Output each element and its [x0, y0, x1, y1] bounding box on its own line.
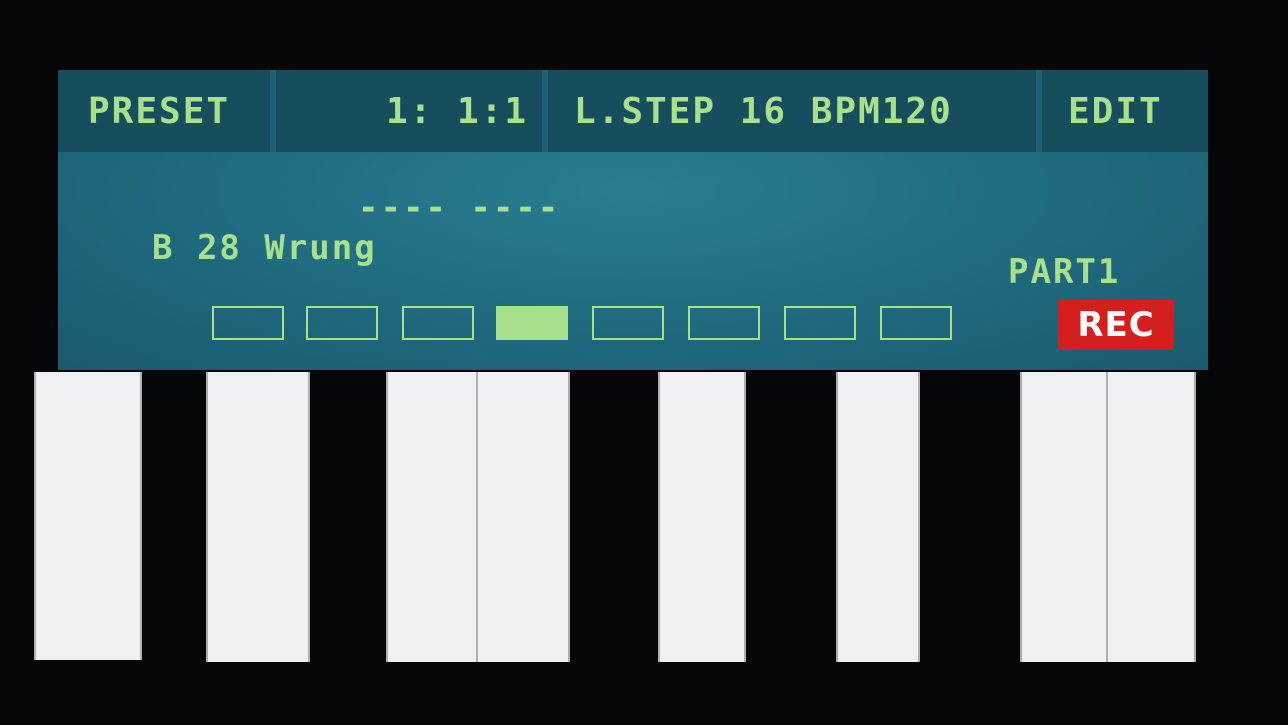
white-key[interactable] [386, 372, 482, 662]
white-key[interactable] [476, 372, 570, 662]
tab-separator [270, 70, 276, 152]
edit-tab[interactable]: EDIT [1068, 70, 1198, 152]
pattern-slot[interactable] [402, 306, 474, 340]
white-key[interactable] [206, 372, 310, 662]
tab-separator [542, 70, 548, 152]
pattern-slot[interactable] [784, 306, 856, 340]
pattern-slot[interactable] [212, 306, 284, 340]
white-key[interactable] [1020, 372, 1110, 662]
part-label[interactable]: PART1 [1008, 252, 1120, 292]
song-position-display[interactable]: 1: 1:1 [348, 70, 538, 152]
pattern-slot[interactable] [880, 306, 952, 340]
name-dashes: ---- ---- [358, 188, 561, 228]
tab-separator [1036, 70, 1042, 152]
step-bpm-display[interactable]: L.STEP 16 BPM120 [574, 70, 1034, 152]
white-key[interactable] [1106, 372, 1196, 662]
pattern-slot-active[interactable] [496, 306, 568, 340]
white-key[interactable] [658, 372, 746, 662]
preset-tab[interactable]: PRESET [88, 70, 268, 152]
preset-name[interactable]: B 28 Wrung [152, 228, 377, 268]
pattern-slot[interactable] [688, 306, 760, 340]
pattern-slot[interactable] [592, 306, 664, 340]
white-key[interactable] [836, 372, 920, 662]
pattern-slot[interactable] [306, 306, 378, 340]
white-key[interactable] [34, 372, 142, 660]
rec-button[interactable]: REC [1058, 300, 1174, 350]
